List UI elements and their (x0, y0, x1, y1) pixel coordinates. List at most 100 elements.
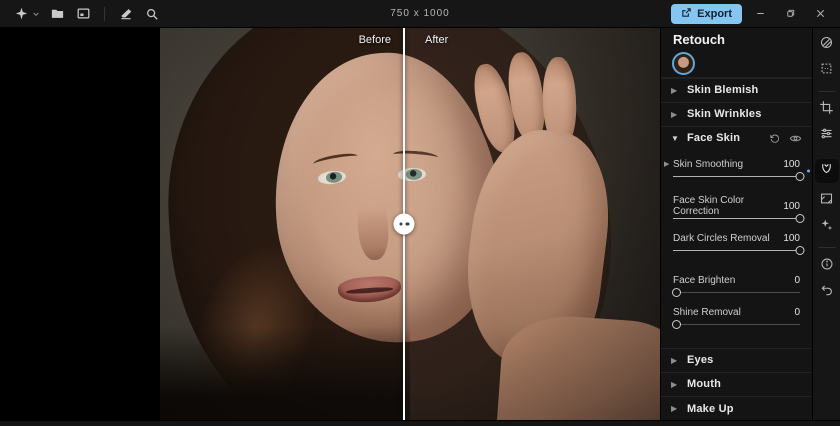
section-label: Make Up (687, 402, 734, 415)
eraser-tool-button[interactable] (115, 4, 137, 24)
slider-knob[interactable] (672, 287, 681, 297)
slider-face-brighten: Face Brighten 0 (672, 274, 800, 299)
slider-track[interactable] (673, 213, 805, 225)
info-icon (820, 257, 834, 276)
slider-track[interactable] (673, 171, 805, 183)
eraser-icon (119, 7, 133, 21)
section-skin-wrinkles[interactable]: ▶ Skin Wrinkles (661, 101, 812, 126)
sparkle-icon (14, 6, 29, 21)
slider-knob[interactable] (795, 245, 805, 255)
structure-icon (819, 61, 834, 81)
effects-sparkle-icon (819, 217, 834, 237)
slider-track[interactable] (673, 245, 805, 257)
image-canvas: Before After (0, 28, 660, 420)
magnifier-icon (145, 7, 159, 21)
face-skin-sliders: ▶ Skin Smoothing 100 Face Skin Color Cor… (661, 150, 812, 348)
section-header-icons (769, 132, 802, 145)
zoom-tool-button[interactable] (141, 4, 163, 24)
folder-icon (50, 6, 65, 21)
enhance-button[interactable] (10, 4, 32, 24)
slider-shine-removal: Shine Removal 0 (672, 306, 800, 331)
export-icon (681, 7, 692, 21)
collapsed-triangle-icon: ▶ (671, 404, 678, 413)
slider-expander-icon[interactable]: ▶ (664, 160, 669, 168)
before-label: Before (358, 34, 391, 46)
open-folder-button[interactable] (46, 4, 68, 24)
panel-title: Retouch (673, 31, 725, 47)
chevron-down-icon[interactable] (32, 4, 42, 24)
info-button[interactable] (815, 254, 839, 278)
section-label: Skin Wrinkles (687, 108, 762, 121)
section-label: Mouth (687, 378, 721, 391)
face-avatar-thumbnail[interactable] (672, 51, 695, 75)
slider-knob[interactable] (795, 213, 805, 223)
section-skin-blemish[interactable]: ▶ Skin Blemish (661, 77, 812, 102)
slider-value: 100 (783, 232, 800, 244)
collapsed-triangle-icon: ▶ (671, 109, 678, 119)
slider-value: 100 (783, 158, 800, 170)
structure-tool-button[interactable] (815, 59, 839, 83)
detected-faces-row (661, 50, 812, 78)
slider-skin-smoothing: ▶ Skin Smoothing 100 (664, 158, 805, 183)
slider-face-skin-color-correction: Face Skin Color Correction 100 (673, 195, 805, 225)
export-button[interactable]: Export (671, 3, 742, 24)
before-after-divider[interactable] (393, 28, 415, 420)
maximize-button[interactable] (778, 4, 802, 24)
export-label: Export (697, 7, 732, 20)
visibility-eye-icon[interactable] (789, 132, 802, 145)
retouch-panel: Retouch ▶ Skin Blemish ▶ Skin Wrinkles ▼… (660, 28, 812, 420)
photo-editor-window: 750 x 1000 Export Before After Retouch ▶… (0, 0, 840, 426)
slider-knob[interactable] (795, 171, 805, 181)
canvas-tool-button[interactable] (815, 189, 839, 213)
portrait-photo[interactable]: Before After (160, 28, 660, 420)
section-mouth[interactable]: ▶ Mouth (661, 371, 812, 396)
toolbar-separator (104, 6, 105, 21)
face-retouch-tool-button[interactable] (814, 159, 839, 183)
section-eyes[interactable]: ▶ Eyes (661, 347, 812, 372)
slider-label: Dark Circles Removal (673, 232, 770, 244)
crop-icon (819, 100, 834, 120)
color-filter-tool-button[interactable] (815, 33, 839, 57)
toolbar-right-group: Export (671, 3, 840, 24)
gallery-button[interactable] (72, 4, 94, 24)
slider-label: Shine Removal (673, 306, 741, 318)
slider-track[interactable] (672, 319, 800, 331)
section-face-skin[interactable]: ▼ Face Skin (661, 125, 812, 150)
rail-separator (817, 91, 836, 92)
image-icon (76, 6, 91, 21)
effects-tool-button[interactable] (815, 215, 839, 239)
face-retouch-icon (819, 161, 834, 181)
adjustments-tool-button[interactable] (815, 124, 839, 148)
tool-rail (812, 28, 840, 420)
toolbar-left-group (0, 4, 163, 24)
close-button[interactable] (808, 4, 832, 24)
collapsed-triangle-icon: ▶ (671, 85, 678, 95)
slider-label: Skin Smoothing (673, 158, 744, 170)
after-side-overlay (403, 28, 660, 420)
slider-value: 0 (794, 274, 800, 286)
color-filter-icon (819, 35, 834, 55)
undo-icon (820, 283, 834, 302)
top-toolbar: 750 x 1000 Export (0, 0, 840, 28)
section-label: Skin Blemish (687, 84, 759, 97)
crop-tool-button[interactable] (815, 98, 839, 122)
slider-value: 0 (794, 306, 800, 318)
compare-drag-handle[interactable] (393, 213, 415, 235)
slider-label: Face Brighten (673, 274, 736, 286)
section-make-up[interactable]: ▶ Make Up (661, 395, 812, 420)
adjustments-sliders-icon (819, 126, 834, 146)
minimize-button[interactable] (748, 4, 772, 24)
slider-track[interactable] (672, 287, 800, 299)
collapsed-triangle-icon: ▶ (671, 355, 678, 365)
after-label: After (425, 34, 449, 46)
slider-value: 100 (783, 200, 800, 212)
rail-separator (817, 247, 836, 248)
bottom-bar (0, 420, 840, 426)
slider-knob[interactable] (672, 319, 681, 329)
reset-icon[interactable] (769, 133, 780, 144)
undo-button[interactable] (815, 280, 839, 304)
section-label: Face Skin (687, 132, 741, 145)
canvas-icon (819, 191, 834, 211)
section-label: Eyes (687, 354, 714, 367)
slider-dark-circles-removal: Dark Circles Removal 100 (673, 232, 805, 257)
